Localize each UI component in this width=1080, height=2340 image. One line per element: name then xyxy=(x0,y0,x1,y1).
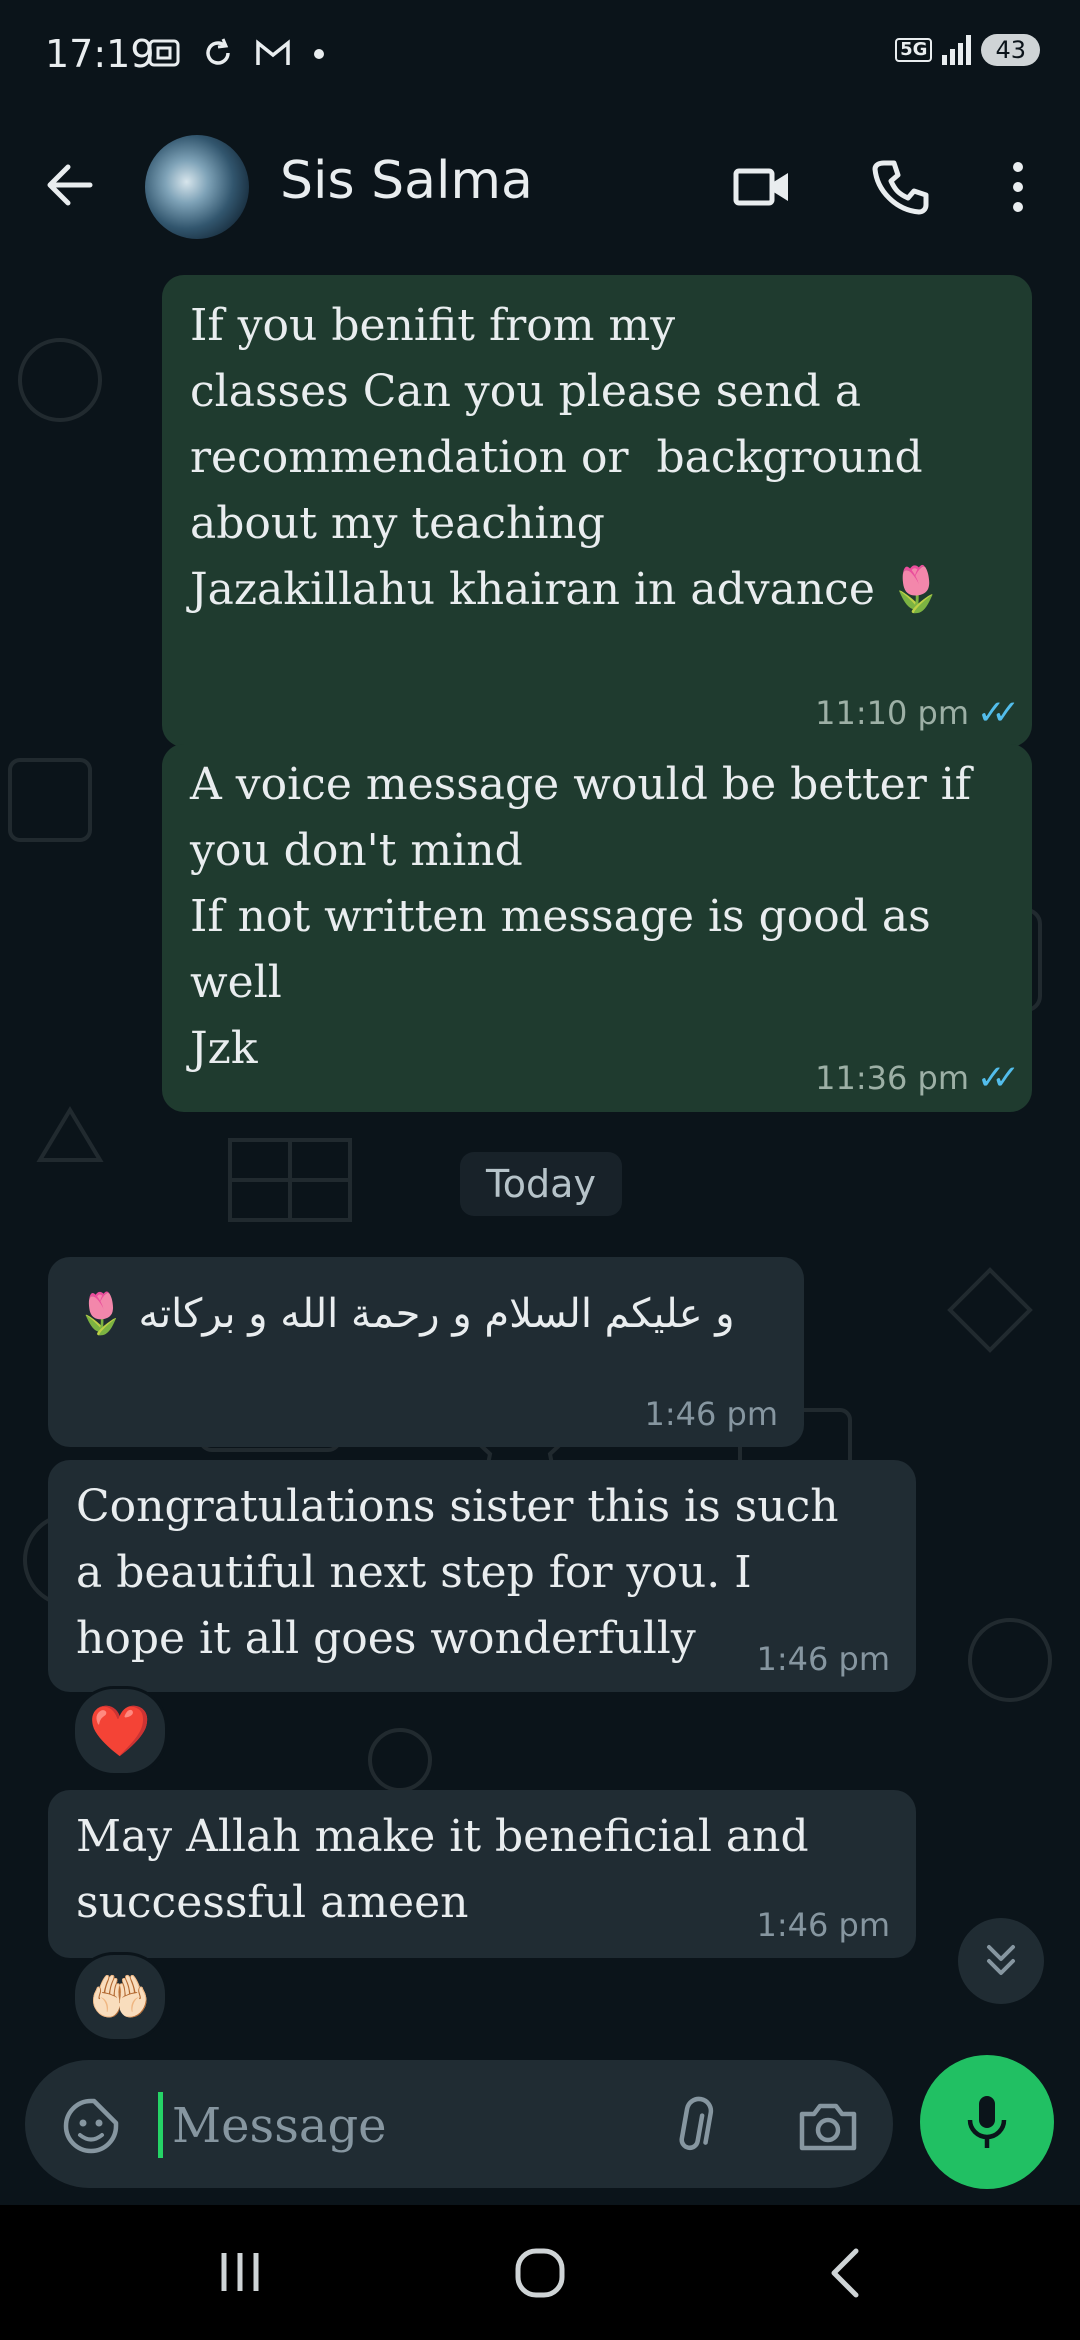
back-arrow-icon[interactable] xyxy=(40,155,100,215)
message-text: Congratulations sister this is such a be… xyxy=(76,1481,839,1664)
attachment-icon[interactable] xyxy=(666,2096,718,2158)
incoming-message[interactable]: Congratulations sister this is such a be… xyxy=(48,1460,916,1692)
gmail-icon xyxy=(256,39,290,65)
status-system-icons: 5G 43 xyxy=(895,34,1040,66)
message-time: 1:46 pm xyxy=(756,1906,890,1944)
sticker-emoji-icon[interactable] xyxy=(60,2095,122,2157)
sync-icon xyxy=(206,38,230,65)
read-receipt-icon: ✓✓ xyxy=(977,1058,1020,1098)
microphone-icon xyxy=(967,2096,1007,2148)
message-time: 11:36 pm xyxy=(815,1059,970,1097)
screenshot-icon xyxy=(148,39,180,67)
status-bar: 17:19 5G 43 xyxy=(0,0,1080,115)
message-text: A voice message would be better if you d… xyxy=(190,759,972,1074)
voice-record-button[interactable] xyxy=(920,2055,1054,2189)
system-navigation-bar xyxy=(0,2205,1080,2340)
double-chevron-down-icon xyxy=(987,1945,1015,1975)
read-receipt-icon: ✓✓ xyxy=(977,693,1020,733)
date-divider: Today xyxy=(460,1152,622,1216)
message-reaction[interactable]: 🤲🏻 xyxy=(72,1952,168,2042)
message-meta: 1:46 pm xyxy=(756,1906,890,1944)
message-reaction[interactable]: ❤️ xyxy=(72,1686,168,1776)
message-time: 1:46 pm xyxy=(756,1640,890,1678)
signal-icon xyxy=(942,35,972,65)
battery-level: 43 xyxy=(981,34,1040,66)
more-options-icon[interactable] xyxy=(1000,155,1064,219)
message-meta: 1:46 pm xyxy=(644,1395,778,1433)
message-input[interactable] xyxy=(170,2085,644,2167)
home-icon[interactable] xyxy=(512,2245,568,2301)
incoming-message[interactable]: May Allah make it beneficial and success… xyxy=(48,1790,916,1958)
recent-apps-icon[interactable] xyxy=(210,2247,270,2297)
message-text: If you benifit from my classes Can you p… xyxy=(190,300,944,615)
outgoing-message[interactable]: A voice message would be better if you d… xyxy=(162,744,1032,1112)
message-text: May Allah make it beneficial and success… xyxy=(76,1811,809,1928)
contact-avatar[interactable] xyxy=(145,135,249,239)
chat-header: Sis Salma xyxy=(0,115,1080,260)
scroll-to-bottom-button[interactable] xyxy=(958,1918,1044,2004)
network-type: 5G xyxy=(895,38,933,62)
chat-area[interactable]: If you benifit from my classes Can you p… xyxy=(0,260,1080,2060)
contact-name[interactable]: Sis Salma xyxy=(280,151,533,211)
message-time: 1:46 pm xyxy=(644,1395,778,1433)
message-meta: 11:10 pm ✓✓ xyxy=(815,693,1020,733)
back-nav-icon[interactable] xyxy=(820,2245,870,2301)
video-call-icon[interactable] xyxy=(730,155,794,219)
text-cursor xyxy=(158,2092,163,2158)
camera-icon[interactable] xyxy=(796,2098,860,2154)
message-time: 11:10 pm xyxy=(815,694,970,732)
composer-bar xyxy=(0,2055,1080,2205)
phone-icon[interactable] xyxy=(868,155,932,219)
message-meta: 11:36 pm ✓✓ xyxy=(815,1058,1020,1098)
dot-icon xyxy=(314,49,324,59)
status-notification-icons xyxy=(145,34,329,72)
status-time: 17:19 xyxy=(45,32,155,76)
outgoing-message[interactable]: If you benifit from my classes Can you p… xyxy=(162,275,1032,747)
message-meta: 1:46 pm xyxy=(756,1640,890,1678)
message-text: 🌷 و عليكم السلام و رحمة الله و بركاته xyxy=(76,1291,735,1337)
incoming-message[interactable]: 🌷 و عليكم السلام و رحمة الله و بركاته 1:… xyxy=(48,1257,804,1447)
